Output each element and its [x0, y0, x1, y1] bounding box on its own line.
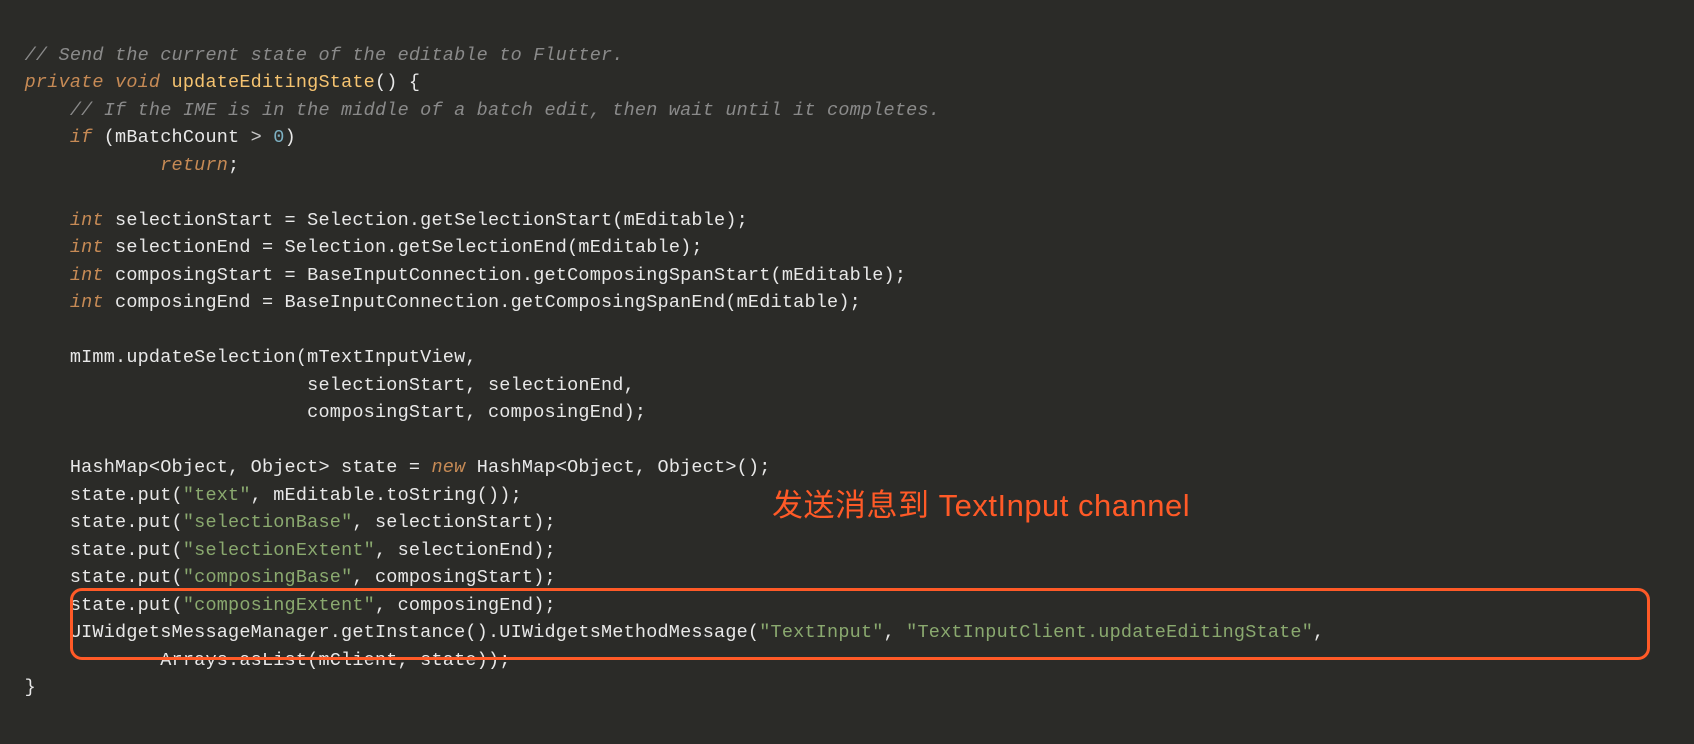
- code-line: HashMap<Object, Object> state = new Hash…: [2, 457, 771, 478]
- code-text: composingStart, composingEnd);: [25, 402, 647, 423]
- keyword: private void: [25, 72, 172, 93]
- code-text: UIWidgetsMessageManager.getInstance().UI…: [25, 622, 760, 643]
- code-line: state.put("selectionBase", selectionStar…: [2, 512, 556, 533]
- keyword: return: [25, 155, 228, 176]
- code-text: selectionStart, selectionEnd,: [25, 375, 635, 396]
- annotation-label: 发送消息到 TextInput channel: [772, 490, 1190, 521]
- keyword: new: [431, 457, 476, 478]
- keyword: int: [25, 210, 115, 231]
- code-line: if (mBatchCount > 0): [2, 127, 296, 148]
- code-text: , composingEnd);: [375, 595, 556, 616]
- comment: // Send the current state of the editabl…: [25, 45, 624, 66]
- method-name: updateEditingState: [172, 72, 375, 93]
- code-text: , selectionEnd);: [375, 540, 556, 561]
- code-text: selectionStart = Selection.getSelectionS…: [115, 210, 748, 231]
- code-text: ;: [228, 155, 239, 176]
- code-text: ,: [884, 622, 907, 643]
- code-line: state.put("text", mEditable.toString());: [2, 485, 522, 506]
- code-line: [2, 182, 25, 203]
- code-line: Arrays.asList(mClient, state));: [2, 650, 511, 671]
- code-line: int selectionEnd = Selection.getSelectio…: [2, 237, 703, 258]
- code-text: }: [25, 677, 36, 698]
- code-text: Arrays.asList(mClient, state));: [25, 650, 511, 671]
- string-literal: "selectionBase": [183, 512, 353, 533]
- keyword: int: [25, 292, 115, 313]
- code-line: mImm.updateSelection(mTextInputView,: [2, 347, 477, 368]
- code-line: [2, 430, 25, 451]
- code-text: state.put(: [25, 540, 183, 561]
- code-text: composingStart = BaseInputConnection.get…: [115, 265, 906, 286]
- string-literal: "TextInput": [759, 622, 883, 643]
- code-line: // Send the current state of the editabl…: [2, 45, 624, 66]
- code-line: int composingEnd = BaseInputConnection.g…: [2, 292, 861, 313]
- code-text: , mEditable.toString());: [251, 485, 522, 506]
- code-text: state.put(: [25, 512, 183, 533]
- comment: // If the IME is in the middle of a batc…: [25, 100, 940, 121]
- keyword: int: [25, 265, 115, 286]
- code-line: int selectionStart = Selection.getSelect…: [2, 210, 748, 231]
- code-text: (mBatchCount: [104, 127, 251, 148]
- code-text: state.put(: [25, 567, 183, 588]
- code-text: , composingStart);: [352, 567, 555, 588]
- code-text: composingEnd = BaseInputConnection.getCo…: [115, 292, 861, 313]
- string-literal: "TextInputClient.updateEditingState": [906, 622, 1313, 643]
- code-text: state.put(: [25, 485, 183, 506]
- code-text: HashMap<Object, Object>();: [477, 457, 771, 478]
- code-line: private void updateEditingState() {: [2, 72, 420, 93]
- code-line: UIWidgetsMessageManager.getInstance().UI…: [2, 622, 1324, 643]
- number-literal: 0: [273, 127, 284, 148]
- code-line: }: [2, 677, 36, 698]
- code-line: selectionStart, selectionEnd,: [2, 375, 635, 396]
- code-text: state.put(: [25, 595, 183, 616]
- code-text: ): [285, 127, 296, 148]
- string-literal: "selectionExtent": [183, 540, 375, 561]
- code-line: composingStart, composingEnd);: [2, 402, 646, 423]
- code-text: HashMap<Object, Object> state =: [25, 457, 432, 478]
- keyword: int: [25, 237, 115, 258]
- keyword: if: [25, 127, 104, 148]
- string-literal: "text": [183, 485, 251, 506]
- code-block[interactable]: // Send the current state of the editabl…: [2, 14, 1324, 702]
- code-line: // If the IME is in the middle of a batc…: [2, 100, 940, 121]
- code-line: return;: [2, 155, 239, 176]
- code-text: mImm.updateSelection(mTextInputView,: [25, 347, 477, 368]
- code-line: state.put("composingExtent", composingEn…: [2, 595, 556, 616]
- code-text: , selectionStart);: [352, 512, 555, 533]
- operator: >: [251, 127, 274, 148]
- code-line: state.put("selectionExtent", selectionEn…: [2, 540, 556, 561]
- code-line: state.put("composingBase", composingStar…: [2, 567, 556, 588]
- string-literal: "composingExtent": [183, 595, 375, 616]
- code-line: [2, 320, 25, 341]
- code-line: int composingStart = BaseInputConnection…: [2, 265, 906, 286]
- code-text: () {: [375, 72, 420, 93]
- string-literal: "composingBase": [183, 567, 353, 588]
- code-text: selectionEnd = Selection.getSelectionEnd…: [115, 237, 703, 258]
- code-text: ,: [1313, 622, 1324, 643]
